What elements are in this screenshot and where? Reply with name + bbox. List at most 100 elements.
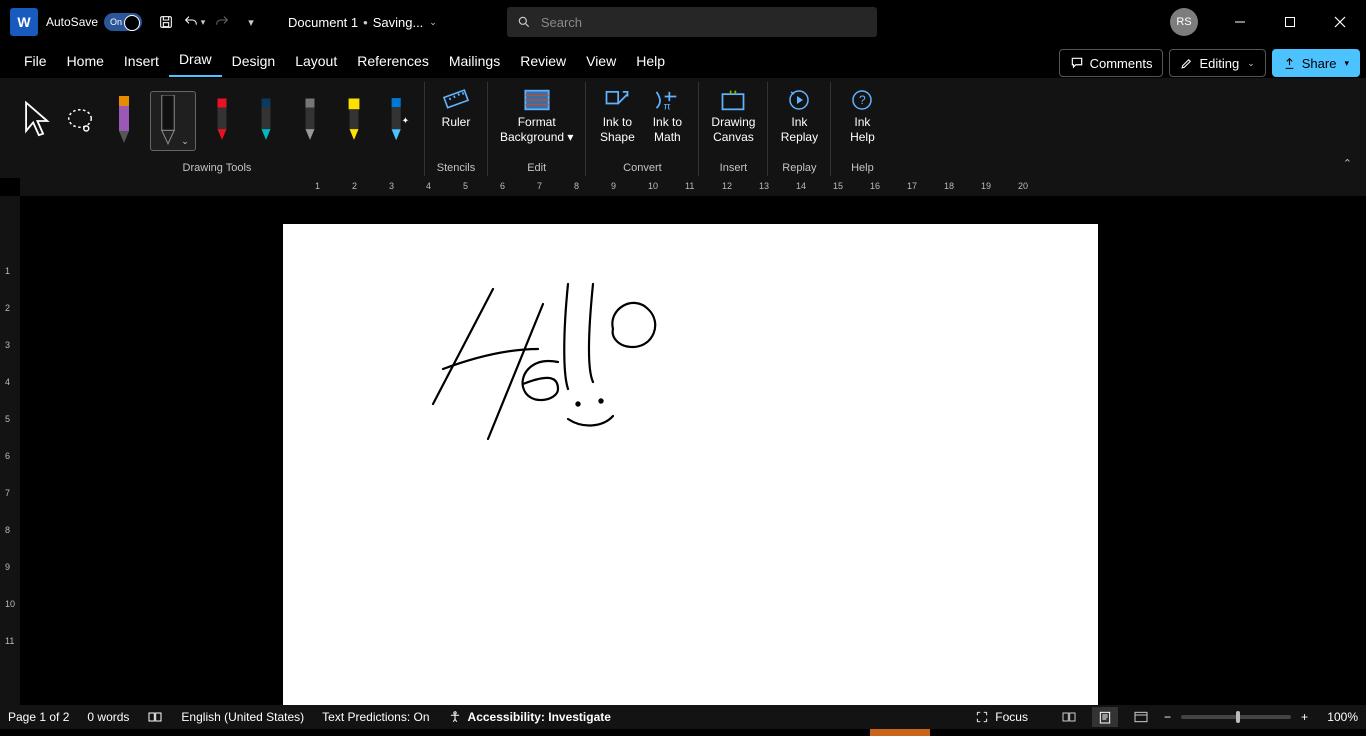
ruler-tick: 1 [5,266,10,276]
tab-help[interactable]: Help [626,47,675,77]
pen-gray[interactable] [292,91,328,151]
drawing-canvas-button[interactable]: DrawingCanvas [707,85,759,157]
status-spellcheck[interactable] [147,710,163,724]
ruler-tick: 11 [685,181,694,191]
ruler-tick: 7 [5,488,10,498]
tab-design[interactable]: Design [222,47,286,77]
focus-icon [975,710,989,724]
share-icon [1283,57,1296,70]
pen-icon [213,97,231,145]
svg-text:✦: ✦ [402,116,409,126]
tab-view[interactable]: View [576,47,626,77]
format-background-label: FormatBackground ▾ [500,115,573,145]
taskbar-peek [0,729,1366,736]
svg-text:?: ? [859,93,866,107]
document-page[interactable] [283,224,1098,716]
ink-to-shape-button[interactable]: Ink toShape [594,85,640,157]
zoom-out[interactable]: − [1164,710,1171,724]
pen-blue-sparkle[interactable]: ✦ [380,91,416,151]
status-words[interactable]: 0 words [87,710,129,724]
user-avatar[interactable]: RS [1170,8,1198,36]
ruler-tick: 4 [5,377,10,387]
pen-icon [257,97,275,145]
pen-black-selected[interactable]: ⌄ [150,91,196,151]
ruler-tick: 9 [5,562,10,572]
horizontal-ruler[interactable]: 1234567891011121314151617181920 [20,178,1366,196]
autosave-toggle[interactable]: On [104,13,142,31]
qat-customize[interactable]: ▾ [236,8,264,36]
pen-icon [301,97,319,145]
tab-mailings[interactable]: Mailings [439,47,510,77]
format-background-button[interactable]: FormatBackground ▾ [496,85,577,157]
focus-label: Focus [995,710,1028,724]
tab-draw[interactable]: Draw [169,45,222,77]
pen-orange[interactable] [106,91,142,151]
print-layout-view[interactable] [1092,707,1118,727]
comments-button[interactable]: Comments [1059,49,1164,77]
save-icon[interactable] [152,8,180,36]
ruler-tick: 15 [833,181,843,191]
ink-to-math-label: Ink toMath [653,115,682,145]
status-language[interactable]: English (United States) [181,710,304,724]
ink-to-shape-label: Ink toShape [600,115,635,145]
ink-help-button[interactable]: ? InkHelp [839,85,885,157]
ruler-tick: 17 [907,181,917,191]
ink-replay-label: InkReplay [781,115,818,145]
status-text-predictions[interactable]: Text Predictions: On [322,710,429,724]
ruler-icon [442,87,470,113]
ruler-tick: 1 [315,181,320,191]
highlighter-icon [345,97,363,145]
pen-red[interactable] [204,91,240,151]
canvas-area[interactable] [20,196,1366,716]
pen-teal[interactable] [248,91,284,151]
tab-insert[interactable]: Insert [114,47,169,77]
help-icon: ? [850,88,874,112]
tab-references[interactable]: References [347,47,439,77]
select-tool[interactable] [18,91,54,151]
vertical-ruler[interactable]: 1234567891011 [0,196,20,716]
group-label-stencils: Stencils [437,162,476,176]
status-accessibility[interactable]: Accessibility: Investigate [448,710,611,724]
tab-file[interactable]: File [14,47,57,77]
close-button[interactable] [1318,6,1362,38]
share-button[interactable]: Share▾ [1272,49,1360,77]
highlighter-yellow[interactable] [336,91,372,151]
tab-review[interactable]: Review [510,47,576,77]
ruler-tick: 10 [648,181,658,191]
comment-icon [1070,56,1084,70]
search-input[interactable]: Search [507,7,877,37]
ink-to-math-button[interactable]: π Ink toMath [644,85,690,157]
undo-button[interactable]: ▾ [180,8,208,36]
autosave-state: On [110,17,122,27]
ribbon-tabs: File Home Insert Draw Design Layout Refe… [0,44,1366,78]
ruler-tick: 7 [537,181,542,191]
pen-icon [157,95,179,147]
ruler-tick: 3 [5,340,10,350]
collapse-ribbon[interactable]: ⌃ [1343,157,1352,170]
tab-layout[interactable]: Layout [285,47,347,77]
group-label-convert: Convert [623,162,662,176]
web-layout-view[interactable] [1128,707,1154,727]
read-mode-view[interactable] [1056,707,1082,727]
status-page[interactable]: Page 1 of 2 [8,710,69,724]
zoom-slider[interactable] [1181,715,1291,719]
ruler-tick: 5 [5,414,10,424]
ink-to-shape-icon [603,88,631,112]
group-insert: DrawingCanvas Insert [699,82,768,176]
redo-button[interactable] [208,8,236,36]
ruler-tick: 6 [5,451,10,461]
ink-replay-icon [786,88,812,112]
tab-home[interactable]: Home [57,47,114,77]
maximize-button[interactable] [1268,6,1312,38]
lasso-tool[interactable] [62,91,98,151]
editing-mode-button[interactable]: Editing⌄ [1169,49,1265,77]
document-title[interactable]: Document 1 • Saving... ⌄ [288,15,437,30]
ruler-button[interactable]: Ruler [433,85,479,157]
zoom-in[interactable]: + [1301,710,1308,724]
zoom-level[interactable]: 100% [1318,710,1358,724]
minimize-button[interactable] [1218,6,1262,38]
drawing-canvas-icon [719,88,747,112]
ruler-tick: 8 [5,525,10,535]
ink-replay-button[interactable]: InkReplay [776,85,822,157]
focus-mode[interactable]: Focus [975,710,1028,724]
